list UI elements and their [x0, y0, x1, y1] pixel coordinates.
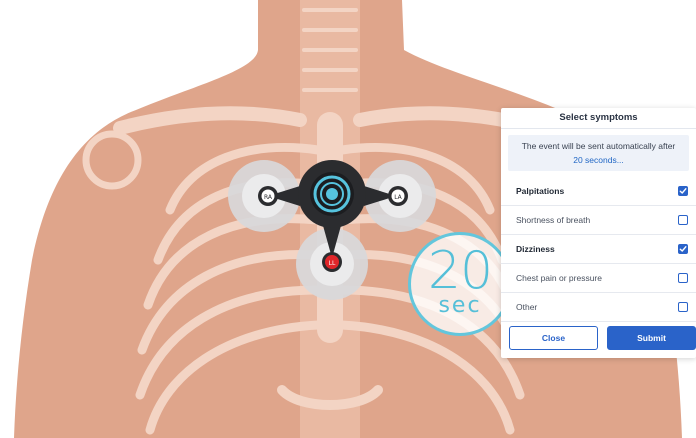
electrode-label-la: LA [394, 194, 402, 201]
checkbox-dizziness[interactable] [678, 244, 688, 254]
check-icon [679, 246, 687, 252]
checkbox-shortness-of-breath[interactable] [678, 215, 688, 225]
checkbox-other[interactable] [678, 302, 688, 312]
symptom-label: Palpitations [516, 186, 565, 196]
symptom-row-shortness-of-breath[interactable]: Shortness of breath [501, 206, 696, 235]
countdown-value: 20 [427, 241, 493, 301]
notice-countdown: 20 seconds... [573, 155, 624, 165]
submit-button[interactable]: Submit [607, 326, 696, 350]
check-icon [679, 188, 687, 194]
checkbox-palpitations[interactable] [678, 186, 688, 196]
symptom-label: Chest pain or pressure [516, 273, 602, 283]
close-button[interactable]: Close [509, 326, 598, 350]
auto-send-notice: The event will be sent automatically aft… [508, 135, 689, 171]
checkbox-chest-pain[interactable] [678, 273, 688, 283]
symptom-label: Dizziness [516, 244, 555, 254]
symptom-row-palpitations[interactable]: Palpitations [501, 177, 696, 206]
symptom-label: Other [516, 302, 538, 312]
panel-title: Select symptoms [501, 108, 696, 129]
electrode-label-ra: RA [264, 194, 273, 201]
countdown-timer: 20 sec [408, 232, 512, 336]
symptom-label: Shortness of breath [516, 215, 591, 225]
symptom-row-chest-pain[interactable]: Chest pain or pressure [501, 264, 696, 293]
symptoms-panel: Select symptoms The event will be sent a… [501, 108, 696, 358]
symptom-row-dizziness[interactable]: Dizziness [501, 235, 696, 264]
electrode-label-ll: LL [329, 260, 336, 267]
notice-text: The event will be sent automatically aft… [521, 141, 676, 151]
symptom-row-other[interactable]: Other [501, 293, 696, 322]
symptom-list: Palpitations Shortness of breath Dizzine… [501, 177, 696, 322]
countdown-unit: sec [438, 293, 482, 318]
